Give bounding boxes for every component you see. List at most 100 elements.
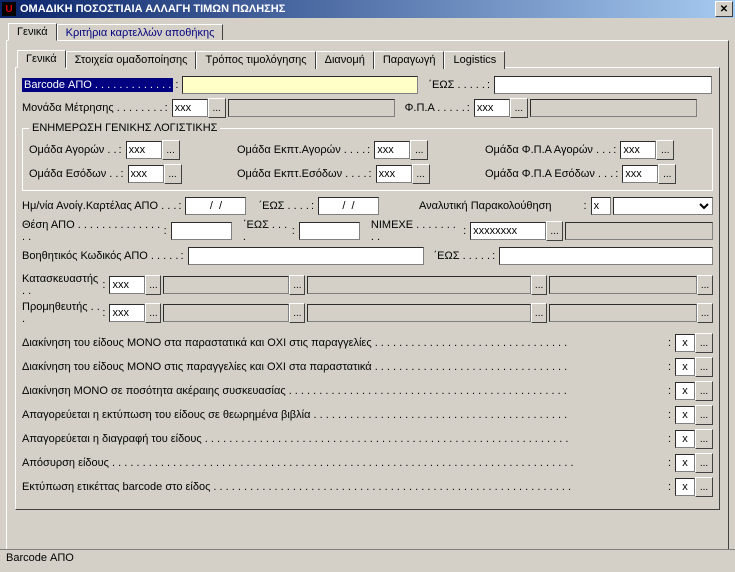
bool-label-1: Διακίνηση του είδους ΜΟΝΟ στις παραγγελί… (22, 361, 567, 373)
tab-logistics[interactable]: Logistics (444, 51, 505, 69)
manuf-desc3 (549, 276, 697, 294)
bool-label-2: Διακίνηση ΜΟΝΟ σε ποσότητα ακέραιης συσκ… (22, 385, 567, 397)
barcode-to-label: ΄ΕΩΣ . . . . . (428, 79, 485, 91)
pos-from[interactable] (171, 222, 232, 240)
analytic-label: Αναλυτική Παρακολούθηση (419, 200, 552, 212)
open-date-to[interactable] (318, 197, 379, 215)
status-text: Barcode ΑΠΟ (6, 552, 74, 564)
aux-code-from[interactable] (188, 247, 424, 265)
tab-pricing[interactable]: Τρόπος τιμολόγησης (196, 51, 315, 69)
barcode-from-input[interactable] (182, 76, 418, 94)
gl-vatpurch-lookup[interactable]: ... (656, 140, 674, 160)
manuf-lookup4[interactable]: ... (697, 275, 713, 295)
bool-input-1[interactable] (675, 358, 695, 376)
gl-group: ΕΝΗΜΕΡΩΣΗ ΓΕΝΙΚΗΣ ΛΟΓΙΣΤΙΚΗΣ Ομάδα Αγορώ… (22, 122, 713, 191)
gl-purch-code[interactable] (126, 141, 162, 159)
bool-input-2[interactable] (675, 382, 695, 400)
analytic-code[interactable] (591, 197, 611, 215)
bool-lookup-6[interactable]: ... (695, 477, 713, 497)
gl-discrev-code[interactable] (376, 165, 412, 183)
pos-to-label: ΄ΕΩΣ . . . . (243, 219, 290, 243)
supplier-code[interactable] (109, 304, 145, 322)
nimexe-code[interactable] (470, 222, 546, 240)
vat-code[interactable] (474, 99, 510, 117)
gl-discrev-label: Ομάδα Εκπτ.Εσόδων . . . . (237, 168, 367, 180)
tab-grouping[interactable]: Στοιχεία ομαδοποίησης (66, 51, 197, 69)
gl-purch-lookup[interactable]: ... (162, 140, 180, 160)
bool-lookup-3[interactable]: ... (695, 405, 713, 425)
bool-lookup-1[interactable]: ... (695, 357, 713, 377)
tab-general-inner[interactable]: Γενικά (17, 50, 66, 68)
bool-label-3: Απαγορεύεται η εκτύπωση του είδους σε θε… (22, 409, 567, 421)
bool-row-1: Διακίνηση του είδους ΜΟΝΟ στις παραγγελί… (22, 357, 713, 377)
manuf-code[interactable] (109, 276, 145, 294)
pos-from-label: Θέση ΑΠΟ . . . . . . . . . . . . . . . . (22, 219, 162, 243)
window-title: ΟΜΑΔΙΚΗ ΠΟΣΟΣΤΙΑΙΑ ΑΛΛΑΓΗ ΤΙΜΩΝ ΠΩΛΗΣΗΣ (20, 3, 285, 15)
barcode-to-input[interactable] (494, 76, 712, 94)
gl-vatrev-code[interactable] (622, 165, 658, 183)
manuf-desc2 (307, 276, 531, 294)
gl-discpurch-lookup[interactable]: ... (410, 140, 428, 160)
gl-discrev-lookup[interactable]: ... (412, 164, 430, 184)
outer-tabs: Γενικά Κριτήρια καρτελλών αποθήκης (8, 23, 729, 41)
bool-row-2: Διακίνηση ΜΟΝΟ σε ποσότητα ακέραιης συσκ… (22, 381, 713, 401)
vat-desc (530, 99, 697, 117)
bool-input-4[interactable] (675, 430, 695, 448)
manuf-label: Κατασκευαστής . . (22, 273, 100, 297)
analytic-select[interactable] (613, 197, 713, 215)
manuf-lookup[interactable]: ... (145, 275, 161, 295)
bool-input-0[interactable] (675, 334, 695, 352)
supplier-desc1 (163, 304, 289, 322)
nimexe-lookup[interactable]: ... (546, 221, 563, 241)
gl-vatpurch-code[interactable] (620, 141, 656, 159)
bool-row-3: Απαγορεύεται η εκτύπωση του είδους σε θε… (22, 405, 713, 425)
bool-input-6[interactable] (675, 478, 695, 496)
supplier-lookup4[interactable]: ... (697, 303, 713, 323)
bool-lookup-0[interactable]: ... (695, 333, 713, 353)
supplier-desc3 (549, 304, 697, 322)
open-date-to-label: ΄ΕΩΣ . . . . (258, 200, 308, 212)
tab-production[interactable]: Παραγωγή (374, 51, 445, 69)
supplier-desc2 (307, 304, 531, 322)
bool-input-3[interactable] (675, 406, 695, 424)
gl-rev-lookup[interactable]: ... (164, 164, 182, 184)
open-date-from[interactable] (185, 197, 246, 215)
pos-to[interactable] (299, 222, 360, 240)
gl-rev-code[interactable] (128, 165, 164, 183)
vat-label: Φ.Π.Α . . . . . (405, 102, 465, 114)
unit-lookup-button[interactable]: ... (208, 98, 226, 118)
barcode-from-label: Barcode ΑΠΟ . . . . . . . . . . . . . (22, 78, 173, 92)
unit-code[interactable] (172, 99, 208, 117)
bool-label-5: Απόσυρση είδους . . . . . . . . . . . . … (22, 457, 574, 469)
bool-lookup-2[interactable]: ... (695, 381, 713, 401)
supplier-lookup2[interactable]: ... (289, 303, 305, 323)
bool-input-5[interactable] (675, 454, 695, 472)
bool-lookup-4[interactable]: ... (695, 429, 713, 449)
gl-purch-label: Ομάδα Αγορών . . (29, 144, 117, 156)
bool-row-6: Εκτύπωση ετικέττας barcode στο είδος . .… (22, 477, 713, 497)
colon: : (175, 79, 178, 91)
nimexe-desc (565, 222, 713, 240)
manuf-lookup3[interactable]: ... (531, 275, 547, 295)
gl-vatpurch-label: Ομάδα Φ.Π.Α Αγορών . . . (485, 144, 611, 156)
bool-row-4: Απαγορεύεται η διαγραφή του είδους . . .… (22, 429, 713, 449)
bool-label-4: Απαγορεύεται η διαγραφή του είδους . . .… (22, 433, 568, 445)
tab-distribution[interactable]: Διανομή (316, 51, 374, 69)
gl-group-legend: ΕΝΗΜΕΡΩΣΗ ΓΕΝΙΚΗΣ ΛΟΓΙΣΤΙΚΗΣ (29, 122, 220, 134)
bool-lookup-5[interactable]: ... (695, 453, 713, 473)
app-icon: U (2, 2, 16, 16)
close-button[interactable]: ✕ (715, 1, 733, 17)
manuf-lookup2[interactable]: ... (289, 275, 305, 295)
gl-vatrev-lookup[interactable]: ... (658, 164, 676, 184)
supplier-lookup[interactable]: ... (145, 303, 161, 323)
titlebar: U ΟΜΑΔΙΚΗ ΠΟΣΟΣΤΙΑΙΑ ΑΛΛΑΓΗ ΤΙΜΩΝ ΠΩΛΗΣΗ… (0, 0, 735, 18)
bool-row-0: Διακίνηση του είδους ΜΟΝΟ στα παραστατικ… (22, 333, 713, 353)
aux-code-to-label: ΄ΕΩΣ . . . . . (434, 250, 491, 262)
unit-label: Μονάδα Μέτρησης . . . . . . . . (22, 102, 163, 114)
aux-code-to[interactable] (499, 247, 713, 265)
supplier-lookup3[interactable]: ... (531, 303, 547, 323)
tab-general-outer[interactable]: Γενικά (8, 23, 57, 41)
gl-rev-label: Ομάδα Εσόδων . . (29, 168, 118, 180)
vat-lookup-button[interactable]: ... (510, 98, 528, 118)
gl-discpurch-code[interactable] (374, 141, 410, 159)
